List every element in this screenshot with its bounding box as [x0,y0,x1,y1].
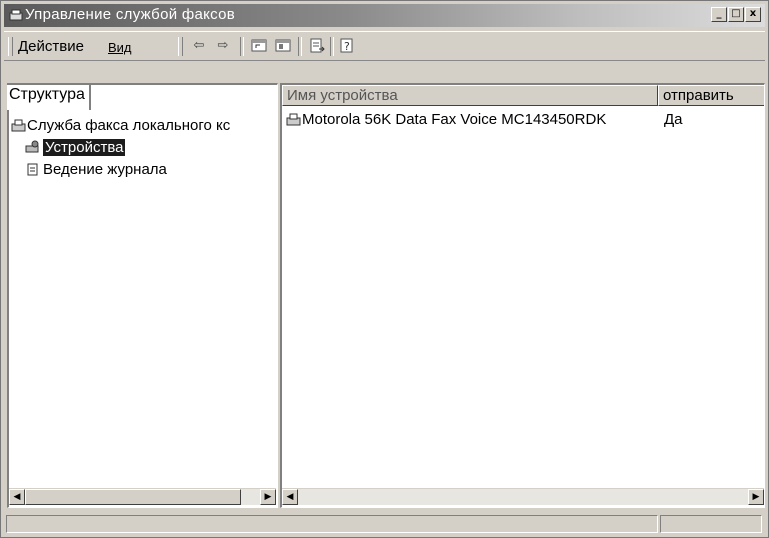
status-panel-main [6,515,658,533]
tree-pane[interactable]: Служба факса локального кс Устройства Ве… [7,83,278,508]
device-name-cell: Motorola 56K Data Fax Voice MC143450RDK [302,111,607,128]
scroll-right-button[interactable]: ▶ [748,489,764,505]
column-header-send[interactable]: отправить [658,85,764,106]
status-bar [4,513,765,535]
tree-horizontal-scrollbar[interactable]: ◀ ▶ [9,488,276,505]
minimize-button[interactable]: _ [711,7,727,22]
window-title: Управление службой факсов [25,6,236,23]
help-icon[interactable]: ? [338,38,356,54]
caption-buttons: _ □ x [711,7,761,22]
fax-app-icon [9,9,23,21]
scroll-left-button[interactable]: ◀ [282,489,298,505]
logging-icon [27,163,38,176]
tree-item-fax-service[interactable]: Служба факса локального кс [9,115,276,137]
tree-item-logging[interactable]: Ведение журнала [9,159,276,181]
close-button[interactable]: x [745,7,761,22]
status-panel-right [660,515,762,533]
forward-arrow-icon[interactable]: ⇨ [214,38,232,54]
list-item[interactable]: Motorola 56K Data Fax Voice MC143450RDK … [282,109,764,131]
tree-item-devices[interactable]: Устройства [9,137,276,159]
export-list-icon[interactable] [308,38,326,54]
tree-item-label: Служба факса локального кс [27,117,231,134]
tab-structure[interactable]: Структура [7,85,91,110]
menu-action[interactable]: Действие [18,38,84,55]
show-hide-tree-icon[interactable] [274,38,292,54]
toolbar-separator [240,37,244,56]
up-folder-icon[interactable] [250,38,268,54]
toolbar-separator-3 [330,37,334,56]
toolbar-separator-2 [298,37,302,56]
send-cell: Да [664,111,683,128]
maximize-button[interactable]: □ [728,7,744,22]
list-horizontal-scrollbar[interactable]: ◀ ▶ [282,488,764,505]
scroll-left-button[interactable]: ◀ [9,489,25,505]
fax-service-icon [11,119,26,132]
scroll-right-button[interactable]: ▶ [260,489,276,505]
devices-icon [25,140,39,153]
toolbar-grip-2[interactable] [178,37,183,56]
back-arrow-icon[interactable]: ⇦ [190,38,208,54]
scroll-thumb[interactable] [25,489,241,505]
column-header-device-name[interactable]: Имя устройства [282,85,658,106]
toolbar-grip[interactable] [8,37,13,56]
device-list-pane[interactable]: Имя устройства отправить Motorola 56K Da… [280,83,765,508]
svg-text:?: ? [344,40,350,53]
menu-toolbar: Действие Вид ⇦ ⇨ ? [4,31,765,61]
tree-view: Служба факса локального кс Устройства Ве… [9,115,276,181]
tree-item-label: Ведение журнала [43,161,167,178]
main-window: Управление службой факсов _ □ x Действие… [0,0,769,538]
tree-item-label: Устройства [43,139,126,156]
menu-view[interactable]: Вид [108,40,132,55]
fax-modem-icon [286,113,301,126]
title-bar[interactable]: Управление службой факсов _ □ x [4,4,765,27]
